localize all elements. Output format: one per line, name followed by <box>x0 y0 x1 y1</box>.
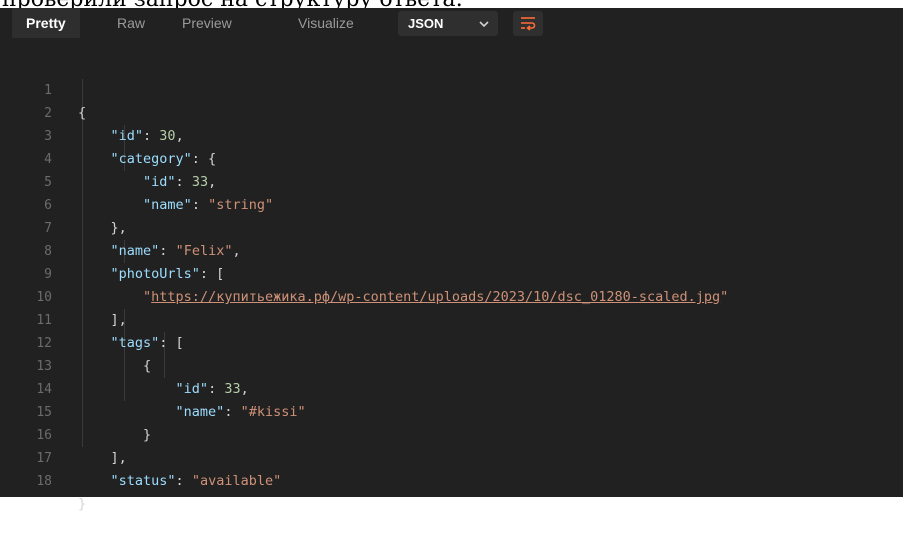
code-line: 11 "tags": [ <box>0 286 903 351</box>
line-number: 18 <box>36 474 52 489</box>
json-string: "available" <box>191 473 282 489</box>
code-line: 17 "status": "available" <box>0 424 903 489</box>
tab-visualize[interactable]: Visualize <box>298 8 354 38</box>
tab-pretty[interactable]: Pretty <box>12 8 80 38</box>
response-toolbar: Pretty Raw Preview Visualize JSON <box>0 8 903 43</box>
code-line: 9 "https://купитьежика.рф/wp-content/upl… <box>0 240 903 305</box>
response-body-panel: Pretty Raw Preview Visualize JSON 1 {2 … <box>0 8 903 512</box>
wrap-lines-button[interactable] <box>513 11 543 36</box>
code-line: 12 { <box>0 309 903 374</box>
wrap-lines-icon <box>520 16 536 35</box>
tab-preview[interactable]: Preview <box>182 8 232 38</box>
code-line: 4 "id": 33, <box>0 125 903 190</box>
code-line: 6 }, <box>0 171 903 236</box>
format-select[interactable]: JSON <box>398 11 498 36</box>
code-line: 16 ], <box>0 401 903 466</box>
tab-raw[interactable]: Raw <box>117 8 145 38</box>
code-line: 18 } <box>0 447 903 512</box>
code-line: 2 "id": 30, <box>0 79 903 144</box>
code-line: 1 { <box>0 56 903 121</box>
code-line: 10 ], <box>0 263 903 328</box>
json-key: "status" <box>110 473 176 489</box>
code-line: 8 "photoUrls": [ <box>0 217 903 282</box>
chevron-down-icon <box>478 11 490 36</box>
code-line: 3 "category": { <box>0 102 903 167</box>
code-line: 15 } <box>0 378 903 443</box>
code-line: 5 "name": "string" <box>0 148 903 213</box>
code-line: 14 "name": "#kissi" <box>0 355 903 420</box>
format-select-value: JSON <box>408 16 444 31</box>
code-line: 13 "id": 33, <box>0 332 903 397</box>
code-line: 7 "name": "Felix", <box>0 194 903 259</box>
